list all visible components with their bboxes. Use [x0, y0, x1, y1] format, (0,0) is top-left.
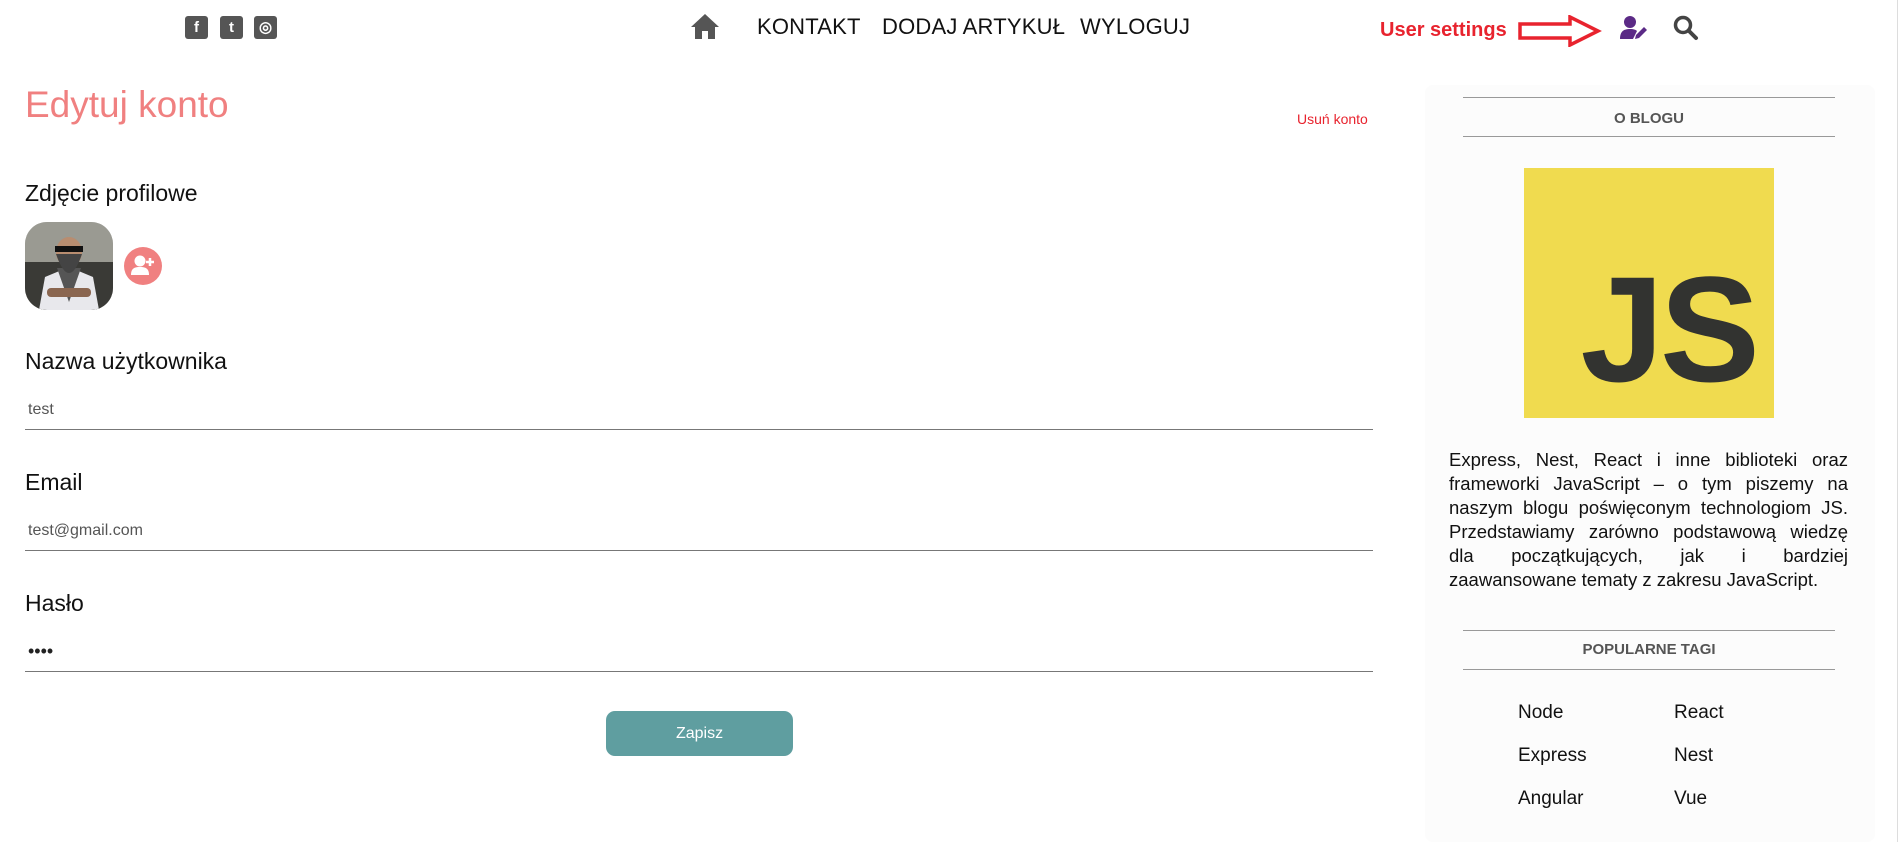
- nav-wyloguj[interactable]: WYLOGUJ: [1080, 14, 1190, 40]
- home-icon[interactable]: [690, 13, 720, 40]
- scrollbar-edge: [1897, 0, 1898, 842]
- js-logo: JS: [1524, 168, 1774, 418]
- user-edit-icon[interactable]: [1620, 15, 1648, 46]
- blog-description: Express, Nest, React i inne biblioteki o…: [1449, 449, 1848, 590]
- tag-angular[interactable]: Angular: [1518, 788, 1584, 810]
- divider: [1463, 136, 1835, 137]
- save-button[interactable]: Zapisz: [606, 711, 793, 756]
- username-input[interactable]: [25, 390, 1373, 430]
- avatar: [25, 222, 113, 310]
- nav-kontakt[interactable]: KONTAKT: [757, 14, 861, 40]
- tag-vue[interactable]: Vue: [1674, 788, 1707, 810]
- arrow-right-icon: [1518, 14, 1602, 52]
- tag-react[interactable]: React: [1674, 702, 1724, 724]
- profile-photo-label: Zdjęcie profilowe: [25, 180, 198, 206]
- delete-account-link[interactable]: Usuń konto: [1297, 111, 1368, 127]
- twitter-icon[interactable]: t: [220, 16, 243, 39]
- facebook-icon[interactable]: f: [185, 16, 208, 39]
- username-label: Nazwa użytkownika: [25, 348, 227, 374]
- divider: [1463, 669, 1835, 670]
- tag-node[interactable]: Node: [1518, 702, 1563, 724]
- password-input[interactable]: [25, 632, 1373, 672]
- password-label: Hasło: [25, 590, 84, 616]
- tag-express[interactable]: Express: [1518, 745, 1587, 767]
- page-title: Edytuj konto: [25, 84, 229, 125]
- js-logo-text: JS: [1580, 245, 1760, 413]
- divider: [1463, 630, 1835, 631]
- tag-nest[interactable]: Nest: [1674, 745, 1713, 767]
- search-icon[interactable]: [1673, 15, 1699, 46]
- email-input[interactable]: [25, 511, 1373, 551]
- email-label: Email: [25, 469, 83, 495]
- user-plus-icon[interactable]: [124, 247, 162, 285]
- popular-tags-heading: POPULARNE TAGI: [1582, 641, 1716, 658]
- nav-dodaj-artykul[interactable]: DODAJ ARTYKUŁ: [882, 14, 1065, 40]
- user-settings-annotation: User settings: [1380, 19, 1507, 41]
- instagram-icon[interactable]: ◎: [254, 16, 277, 39]
- about-heading: O BLOGU: [1614, 110, 1684, 127]
- divider: [1463, 97, 1835, 98]
